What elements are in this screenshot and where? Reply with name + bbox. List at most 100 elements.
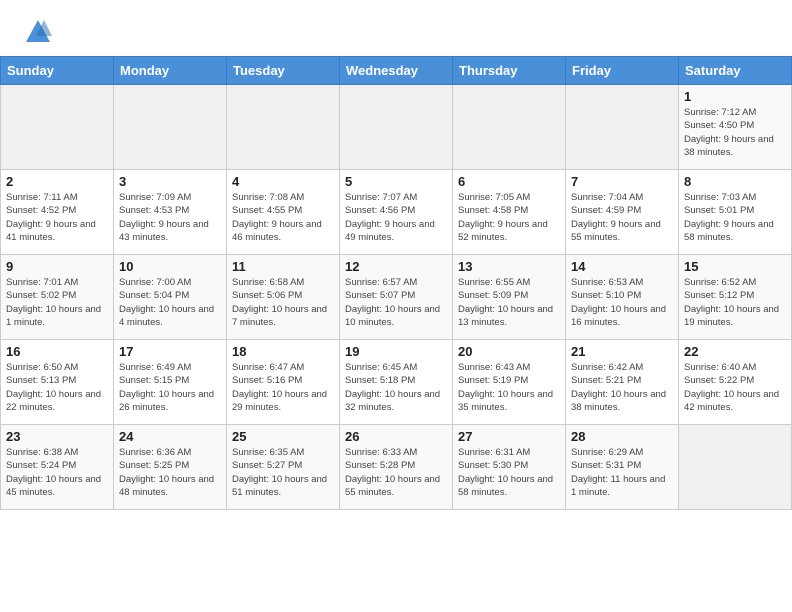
calendar-day-cell: [679, 425, 792, 510]
calendar-day-cell: [340, 85, 453, 170]
calendar-week-row: 2Sunrise: 7:11 AM Sunset: 4:52 PM Daylig…: [1, 170, 792, 255]
calendar-table: SundayMondayTuesdayWednesdayThursdayFrid…: [0, 56, 792, 510]
calendar-day-cell: 15Sunrise: 6:52 AM Sunset: 5:12 PM Dayli…: [679, 255, 792, 340]
day-info: Sunrise: 6:55 AM Sunset: 5:09 PM Dayligh…: [458, 276, 560, 329]
day-number: 6: [458, 174, 560, 189]
day-info: Sunrise: 7:07 AM Sunset: 4:56 PM Dayligh…: [345, 191, 447, 244]
day-info: Sunrise: 6:47 AM Sunset: 5:16 PM Dayligh…: [232, 361, 334, 414]
calendar-day-cell: [227, 85, 340, 170]
day-info: Sunrise: 7:12 AM Sunset: 4:50 PM Dayligh…: [684, 106, 786, 159]
day-info: Sunrise: 7:04 AM Sunset: 4:59 PM Dayligh…: [571, 191, 673, 244]
day-info: Sunrise: 6:45 AM Sunset: 5:18 PM Dayligh…: [345, 361, 447, 414]
day-number: 15: [684, 259, 786, 274]
calendar-day-cell: 25 Sunrise: 6:35 AM Sunset: 5:27 PM Dayli…: [227, 425, 340, 510]
calendar-day-cell: 2Sunrise: 7:11 AM Sunset: 4:52 PM Daylig…: [1, 170, 114, 255]
day-number: 12: [345, 259, 447, 274]
day-info: Sunrise: 7:05 AM Sunset: 4:58 PM Dayligh…: [458, 191, 560, 244]
day-info: Sunrise: 6:42 AM Sunset: 5:21 PM Dayligh…: [571, 361, 673, 414]
day-info: Sunrise: 6:49 AM Sunset: 5:15 PM Dayligh…: [119, 361, 221, 414]
day-number: 22: [684, 344, 786, 359]
day-number: 1: [684, 89, 786, 104]
day-number: 13: [458, 259, 560, 274]
day-number: 8: [684, 174, 786, 189]
day-number: 17: [119, 344, 221, 359]
day-info: Sunrise: 6:31 AM Sunset: 5:30 PM Dayligh…: [458, 446, 560, 499]
day-info: Sunrise: 6:35 AM Sunset: 5:27 PM Dayligh…: [232, 446, 334, 499]
day-info: Sunrise: 7:00 AM Sunset: 5:04 PM Dayligh…: [119, 276, 221, 329]
day-info: Sunrise: 6:36 AM Sunset: 5:25 PM Dayligh…: [119, 446, 221, 499]
calendar-day-cell: 7Sunrise: 7:04 AM Sunset: 4:59 PM Daylig…: [566, 170, 679, 255]
day-number: 28: [571, 429, 673, 444]
day-number: 3: [119, 174, 221, 189]
calendar-week-row: 16 Sunrise: 6:50 AM Sunset: 5:13 PM Dayli…: [1, 340, 792, 425]
day-number: 11: [232, 259, 334, 274]
day-info: Sunrise: 6:43 AM Sunset: 5:19 PM Dayligh…: [458, 361, 560, 414]
weekday-header: Thursday: [453, 57, 566, 85]
calendar-day-cell: 3 Sunrise: 7:09 AM Sunset: 4:53 PM Daylig…: [114, 170, 227, 255]
day-number: 5: [345, 174, 447, 189]
logo-icon: [24, 18, 52, 46]
day-number: 27: [458, 429, 560, 444]
day-info: Sunrise: 6:40 AM Sunset: 5:22 PM Dayligh…: [684, 361, 786, 414]
day-info: Sunrise: 7:08 AM Sunset: 4:55 PM Dayligh…: [232, 191, 334, 244]
day-number: 20: [458, 344, 560, 359]
day-info: Sunrise: 7:03 AM Sunset: 5:01 PM Dayligh…: [684, 191, 786, 244]
calendar-day-cell: 27 Sunrise: 6:31 AM Sunset: 5:30 PM Dayli…: [453, 425, 566, 510]
calendar-day-cell: 17 Sunrise: 6:49 AM Sunset: 5:15 PM Dayli…: [114, 340, 227, 425]
day-number: 18: [232, 344, 334, 359]
day-info: Sunrise: 6:38 AM Sunset: 5:24 PM Dayligh…: [6, 446, 108, 499]
calendar-day-cell: 26 Sunrise: 6:33 AM Sunset: 5:28 PM Dayli…: [340, 425, 453, 510]
day-number: 10: [119, 259, 221, 274]
calendar-day-cell: [1, 85, 114, 170]
weekday-header: Wednesday: [340, 57, 453, 85]
calendar-day-cell: 4 Sunrise: 7:08 AM Sunset: 4:55 PM Daylig…: [227, 170, 340, 255]
calendar-day-cell: 16 Sunrise: 6:50 AM Sunset: 5:13 PM Dayli…: [1, 340, 114, 425]
logo: [24, 18, 56, 46]
weekday-header: Saturday: [679, 57, 792, 85]
calendar-day-cell: [566, 85, 679, 170]
calendar-day-cell: [114, 85, 227, 170]
day-number: 4: [232, 174, 334, 189]
calendar-day-cell: 23Sunrise: 6:38 AM Sunset: 5:24 PM Dayli…: [1, 425, 114, 510]
day-number: 25: [232, 429, 334, 444]
day-info: Sunrise: 7:09 AM Sunset: 4:53 PM Dayligh…: [119, 191, 221, 244]
calendar-day-cell: 13 Sunrise: 6:55 AM Sunset: 5:09 PM Dayli…: [453, 255, 566, 340]
calendar-day-cell: 12 Sunrise: 6:57 AM Sunset: 5:07 PM Dayli…: [340, 255, 453, 340]
page-header: [0, 0, 792, 56]
day-number: 26: [345, 429, 447, 444]
day-number: 19: [345, 344, 447, 359]
weekday-header: Tuesday: [227, 57, 340, 85]
day-number: 24: [119, 429, 221, 444]
calendar-day-cell: 6 Sunrise: 7:05 AM Sunset: 4:58 PM Daylig…: [453, 170, 566, 255]
day-number: 16: [6, 344, 108, 359]
calendar-day-cell: 28 Sunrise: 6:29 AM Sunset: 5:31 PM Dayli…: [566, 425, 679, 510]
calendar-day-cell: 21 Sunrise: 6:42 AM Sunset: 5:21 PM Dayli…: [566, 340, 679, 425]
day-info: Sunrise: 6:58 AM Sunset: 5:06 PM Dayligh…: [232, 276, 334, 329]
day-info: Sunrise: 7:01 AM Sunset: 5:02 PM Dayligh…: [6, 276, 108, 329]
day-number: 2: [6, 174, 108, 189]
calendar-day-cell: 18 Sunrise: 6:47 AM Sunset: 5:16 PM Dayli…: [227, 340, 340, 425]
day-number: 21: [571, 344, 673, 359]
calendar-day-cell: 9 Sunrise: 7:01 AM Sunset: 5:02 PM Daylig…: [1, 255, 114, 340]
day-info: Sunrise: 6:53 AM Sunset: 5:10 PM Dayligh…: [571, 276, 673, 329]
calendar-day-cell: 8 Sunrise: 7:03 AM Sunset: 5:01 PM Daylig…: [679, 170, 792, 255]
day-info: Sunrise: 6:29 AM Sunset: 5:31 PM Dayligh…: [571, 446, 673, 499]
calendar-day-cell: 10 Sunrise: 7:00 AM Sunset: 5:04 PM Dayli…: [114, 255, 227, 340]
calendar-day-cell: 1 Sunrise: 7:12 AM Sunset: 4:50 PM Daylig…: [679, 85, 792, 170]
calendar-day-cell: 5 Sunrise: 7:07 AM Sunset: 4:56 PM Daylig…: [340, 170, 453, 255]
day-info: Sunrise: 6:57 AM Sunset: 5:07 PM Dayligh…: [345, 276, 447, 329]
calendar-day-cell: 20 Sunrise: 6:43 AM Sunset: 5:19 PM Dayli…: [453, 340, 566, 425]
weekday-header-row: SundayMondayTuesdayWednesdayThursdayFrid…: [1, 57, 792, 85]
day-number: 14: [571, 259, 673, 274]
calendar-day-cell: 19 Sunrise: 6:45 AM Sunset: 5:18 PM Dayli…: [340, 340, 453, 425]
weekday-header: Monday: [114, 57, 227, 85]
day-info: Sunrise: 6:33 AM Sunset: 5:28 PM Dayligh…: [345, 446, 447, 499]
calendar-week-row: 23Sunrise: 6:38 AM Sunset: 5:24 PM Dayli…: [1, 425, 792, 510]
calendar-day-cell: [453, 85, 566, 170]
day-info: Sunrise: 6:50 AM Sunset: 5:13 PM Dayligh…: [6, 361, 108, 414]
calendar-day-cell: 22 Sunrise: 6:40 AM Sunset: 5:22 PM Dayli…: [679, 340, 792, 425]
calendar-day-cell: 24 Sunrise: 6:36 AM Sunset: 5:25 PM Dayli…: [114, 425, 227, 510]
calendar-week-row: 9 Sunrise: 7:01 AM Sunset: 5:02 PM Daylig…: [1, 255, 792, 340]
weekday-header: Sunday: [1, 57, 114, 85]
day-number: 9: [6, 259, 108, 274]
